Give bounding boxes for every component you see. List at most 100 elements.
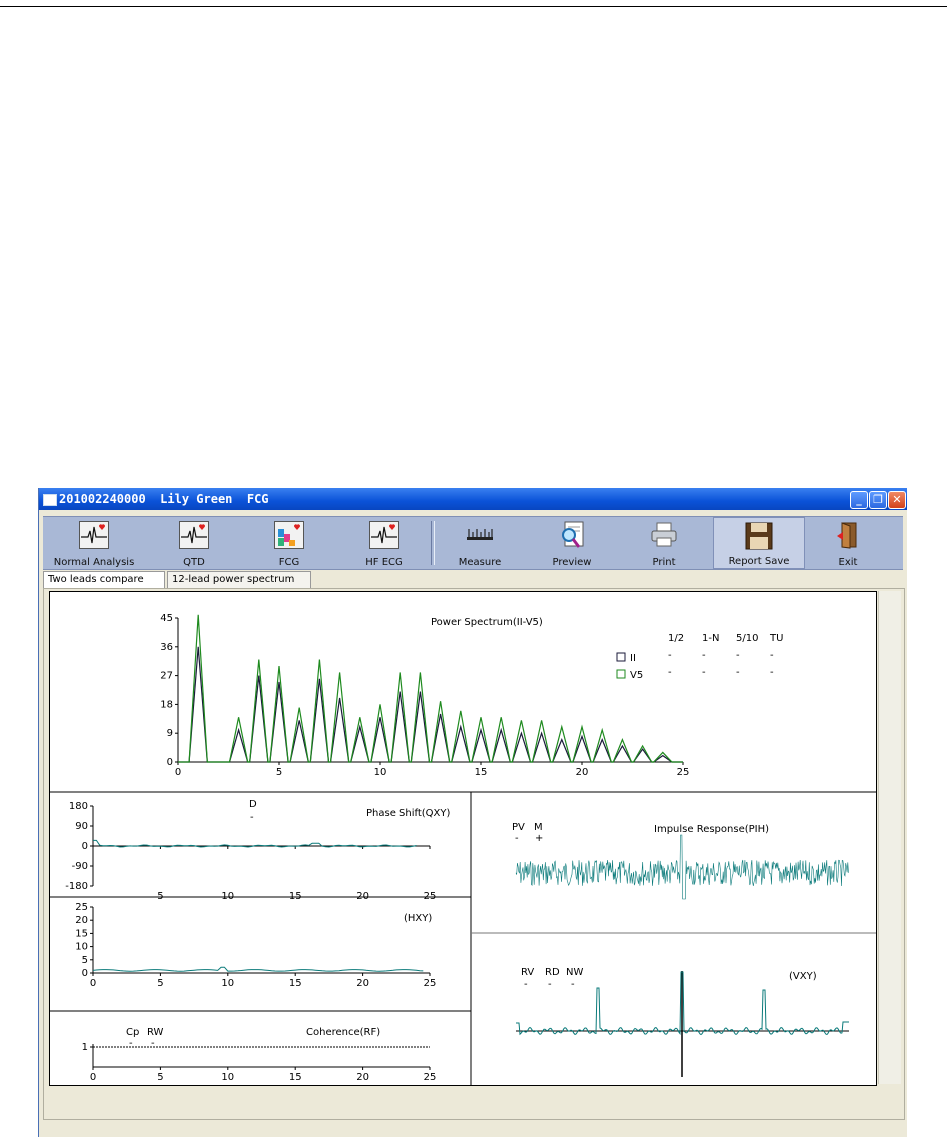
coherence-param-rw: RW — [147, 1027, 164, 1038]
preview-label: Preview — [552, 557, 592, 568]
plot-area: Power Spectrum(II-V5) 1/2 1-N 5/10 TU - … — [49, 591, 877, 1086]
ecg-heart-icon — [79, 521, 109, 549]
app-icon — [43, 494, 57, 506]
qtd-button[interactable]: QTD — [153, 517, 235, 569]
minimize-button[interactable]: _ — [850, 491, 868, 509]
vertical-scrollbar[interactable] — [878, 591, 901, 1084]
power-spectrum-y-tick-label: 36 — [160, 642, 173, 653]
coherence-title: Coherence(RF) — [306, 1027, 380, 1038]
phase-param-value: - — [250, 812, 254, 823]
coherence-param-cp: Cp — [126, 1027, 139, 1038]
param-header-1: 1/2 — [668, 633, 684, 644]
coherence-x-tick-label: 15 — [289, 1072, 302, 1083]
param-row2-2: - — [702, 667, 706, 678]
phase-shift-x-tick-label: 15 — [289, 891, 302, 902]
coherence-x-tick-label: 10 — [221, 1072, 234, 1083]
hxy-y-tick-label: 5 — [82, 955, 88, 966]
window-title: 201002240000 Lily Green FCG — [59, 492, 269, 506]
phase-shift-y-tick-label: 90 — [75, 821, 88, 832]
exit-label: Exit — [838, 557, 858, 568]
phase-shift-x-tick-label: 25 — [424, 891, 437, 902]
measure-label: Measure — [458, 557, 502, 568]
vxy-title: (VXY) — [789, 971, 817, 982]
print-button[interactable]: Print — [623, 517, 705, 569]
power-spectrum-y-tick-label: 18 — [160, 699, 173, 710]
param-row1-3: - — [736, 650, 740, 661]
normal-analysis-button[interactable]: Normal Analysis — [53, 517, 135, 569]
vxy-param-rd: RD — [545, 967, 560, 978]
qtd-label: QTD — [183, 557, 205, 568]
phase-param-label: D — [249, 799, 257, 810]
phase-shift-y-tick-label: -90 — [72, 861, 88, 872]
analysis-panel: Power Spectrum(II-V5) 1/2 1-N 5/10 TU - … — [43, 588, 905, 1120]
legend-swatch-ii — [616, 652, 626, 662]
impulse-param-pv-value: - — [515, 833, 519, 844]
hxy-x-tick-label: 0 — [90, 978, 96, 989]
print-label: Print — [652, 557, 676, 568]
hf-ecg-button[interactable]: HF ECG — [343, 517, 425, 569]
exit-button[interactable]: Exit — [807, 517, 889, 569]
vxy-param-nw-value: - — [571, 979, 575, 990]
param-header-4: TU — [769, 633, 783, 644]
power-spectrum-series-ii — [178, 646, 683, 763]
fcg-button[interactable]: FCG — [248, 517, 330, 569]
power-spectrum-y-tick-label: 9 — [167, 728, 173, 739]
phase-shift-y-tick-label: 0 — [82, 841, 88, 852]
phase-shift-y-tick-label: 180 — [69, 801, 88, 812]
ecg-heart-icon — [179, 521, 209, 549]
hxy-y-tick-label: 20 — [75, 915, 88, 926]
impulse-title: Impulse Response(PIH) — [654, 824, 769, 835]
vxy-param-rv-value: - — [524, 979, 528, 990]
ruler-icon — [467, 529, 493, 540]
printer-icon — [651, 522, 677, 547]
hxy-trace — [92, 966, 424, 972]
normal-analysis-label: Normal Analysis — [53, 557, 135, 568]
legend-swatch-v5 — [616, 669, 626, 679]
phase-shift-y-tick-label: -180 — [65, 881, 88, 892]
hxy-x-tick-label: 15 — [289, 978, 302, 989]
measure-button[interactable]: Measure — [439, 517, 521, 569]
vxy-param-rd-value: - — [548, 979, 552, 990]
report-save-button[interactable]: Report Save — [713, 517, 805, 569]
vxy-param-nw: NW — [566, 967, 583, 978]
title-bar[interactable]: 201002240000 Lily Green FCG _ ❐ ✕ — [39, 488, 907, 510]
toolbar-separator — [431, 521, 435, 565]
impulse-param-m: M — [534, 822, 543, 833]
impulse-response-trace — [515, 834, 849, 900]
hxy-y-tick-label: 0 — [82, 968, 88, 979]
param-row2-1: - — [668, 667, 672, 678]
tab-12-lead-power-spectrum[interactable]: 12-lead power spectrum — [167, 571, 311, 589]
power-spectrum-y-tick-label: 0 — [167, 757, 173, 768]
close-button[interactable]: ✕ — [888, 491, 906, 509]
impulse-param-m-value: + — [535, 833, 543, 844]
exit-door-icon — [837, 522, 857, 549]
hxy-y-tick-label: 10 — [75, 942, 88, 953]
power-spectrum-title: Power Spectrum(II-V5) — [431, 617, 543, 628]
phase-shift-x-tick-label: 10 — [221, 891, 234, 902]
hxy-y-tick-label: 25 — [75, 902, 88, 913]
legend-label-v5: V5 — [630, 670, 643, 681]
coherence-x-tick-label: 20 — [356, 1072, 369, 1083]
fcg-label: FCG — [278, 557, 300, 568]
param-row1-4: - — [770, 650, 774, 661]
legend-label-ii: II — [630, 653, 636, 664]
param-header-2: 1-N — [702, 633, 719, 644]
hxy-title: (HXY) — [404, 913, 432, 924]
coherence-y-tick-label: 1 — [82, 1042, 88, 1053]
power-spectrum-x-tick-label: 10 — [374, 767, 387, 778]
power-spectrum-x-tick-label: 15 — [475, 767, 488, 778]
ecg-heart-icon — [369, 521, 399, 549]
hxy-x-tick-label: 5 — [157, 978, 163, 989]
hf-ecg-label: HF ECG — [365, 557, 403, 568]
preview-button[interactable]: Preview — [531, 517, 613, 569]
phase-shift-x-tick-label: 20 — [356, 891, 369, 902]
coherence-x-tick-label: 5 — [157, 1072, 163, 1083]
param-row1-2: - — [702, 650, 706, 661]
power-spectrum-x-tick-label: 25 — [677, 767, 690, 778]
power-spectrum-x-tick-label: 5 — [276, 767, 282, 778]
param-row1-1: - — [668, 650, 672, 661]
restore-button[interactable]: ❐ — [869, 491, 887, 509]
toolbar: Normal Analysis QTD FCG HF ECG Measure P… — [43, 516, 903, 570]
power-spectrum-series-v5 — [178, 614, 683, 763]
impulse-param-pv: PV — [512, 822, 525, 833]
